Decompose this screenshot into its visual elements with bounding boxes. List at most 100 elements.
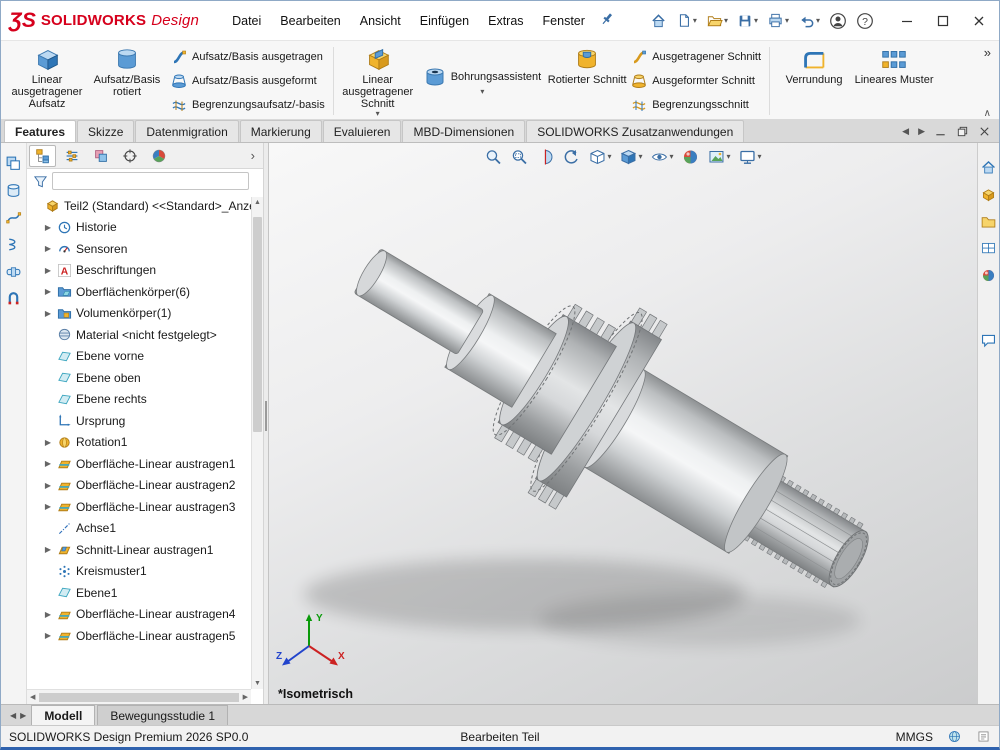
tree-item-oberflaeche-linear-austragen5[interactable]: ▶ Oberfläche-Linear austragen5 bbox=[41, 625, 251, 647]
tab-zusatzanwendungen[interactable]: SOLIDWORKS Zusatzanwendungen bbox=[526, 120, 744, 142]
tab-skizze[interactable]: Skizze bbox=[77, 120, 134, 142]
save-button[interactable]: ▾ bbox=[734, 10, 761, 32]
tree-item-oberflaechenkoerper[interactable]: ▶ Oberflächenkörper(6) bbox=[41, 281, 251, 303]
dropdown-caret-icon[interactable]: ▾ bbox=[376, 110, 380, 118]
menu-fenster[interactable]: Fenster bbox=[534, 9, 594, 33]
solid-body-icon[interactable] bbox=[5, 182, 22, 199]
menu-ansicht[interactable]: Ansicht bbox=[351, 9, 410, 33]
boundary-boss-button[interactable]: Begrenzungsaufsatz/-basis bbox=[171, 94, 325, 116]
tree-item-oberflaeche-linear-austragen4[interactable]: ▶ Oberfläche-Linear austragen4 bbox=[41, 604, 251, 626]
tree-item-ebene1[interactable]: Ebene1 bbox=[41, 582, 251, 604]
tag-icon[interactable] bbox=[976, 729, 991, 744]
expand-arrow-icon[interactable]: ▶ bbox=[43, 459, 53, 468]
tab-mbd-dimensionen[interactable]: MBD-Dimensionen bbox=[402, 120, 525, 142]
menu-bearbeiten[interactable]: Bearbeiten bbox=[271, 9, 349, 33]
tree-item-beschriftungen[interactable]: ▶ A Beschriftungen bbox=[41, 260, 251, 282]
appearances-icon[interactable] bbox=[980, 267, 997, 284]
tree-item-schnitt-linear-austragen1[interactable]: ▶ Schnitt-Linear austragen1 bbox=[41, 539, 251, 561]
featuremanager-tab[interactable] bbox=[29, 145, 56, 167]
splitter-grip[interactable] bbox=[265, 401, 267, 431]
hole-wizard-button[interactable]: Bohrungsassistent ▾ bbox=[418, 43, 548, 119]
tree-item-historie[interactable]: ▶ Historie bbox=[41, 217, 251, 239]
revolved-boss-button[interactable]: Aufsatz/Basis rotiert bbox=[87, 43, 167, 119]
expand-arrow-icon[interactable]: ▶ bbox=[43, 545, 53, 554]
menu-datei[interactable]: Datei bbox=[223, 9, 270, 33]
tab-scroll-left-icon[interactable]: ◀ bbox=[902, 126, 909, 137]
tree-vertical-scrollbar[interactable]: ▲ ▼ bbox=[251, 197, 263, 689]
expand-arrow-icon[interactable]: ▶ bbox=[43, 223, 53, 232]
tab-bewegungsstudie[interactable]: Bewegungsstudie 1 bbox=[97, 705, 228, 725]
tree-item-ursprung[interactable]: Ursprung bbox=[41, 410, 251, 432]
tree-item-ebene-vorne[interactable]: Ebene vorne bbox=[41, 346, 251, 368]
lofted-cut-button[interactable]: Ausgeformter Schnitt bbox=[631, 70, 761, 92]
tab-modell[interactable]: Modell bbox=[31, 705, 95, 725]
sketch-icon[interactable] bbox=[5, 209, 22, 226]
lofted-boss-button[interactable]: Aufsatz/Basis ausgeformt bbox=[171, 70, 325, 92]
home-tab-icon[interactable] bbox=[980, 159, 997, 176]
tree-root-item[interactable]: Teil2 (Standard) <<Standard>_Anze bbox=[29, 195, 251, 217]
scrollbar-thumb[interactable] bbox=[253, 217, 262, 432]
view-palette-icon[interactable] bbox=[980, 240, 997, 257]
expand-arrow-icon[interactable]: ▶ bbox=[43, 610, 53, 619]
open-button[interactable]: ▾ bbox=[703, 9, 731, 32]
expand-arrow-icon[interactable]: ▶ bbox=[43, 309, 53, 318]
previous-view-button[interactable] bbox=[562, 148, 580, 166]
extruded-cut-button[interactable]: Linear ausgetragener Schnitt ▾ bbox=[338, 43, 418, 119]
tab-features[interactable]: Features bbox=[4, 120, 76, 142]
display-style-button[interactable]: ▾ bbox=[619, 148, 642, 166]
swept-cut-button[interactable]: Ausgetragener Schnitt bbox=[631, 46, 761, 68]
home-button[interactable] bbox=[647, 9, 670, 32]
scroll-right-icon[interactable]: ▶ bbox=[243, 693, 248, 701]
tree-item-sensoren[interactable]: ▶ Sensoren bbox=[41, 238, 251, 260]
pin-menu-icon[interactable] bbox=[596, 8, 618, 33]
undo-button[interactable]: ▾ bbox=[795, 9, 823, 32]
boundary-cut-button[interactable]: Begrenzungsschnitt bbox=[631, 94, 761, 116]
minimize-button[interactable] bbox=[889, 4, 925, 38]
extruded-boss-button[interactable]: Linear ausgetragener Aufsatz bbox=[7, 43, 87, 119]
revolved-cut-button[interactable]: Rotierter Schnitt bbox=[547, 43, 627, 119]
mate-icon[interactable] bbox=[5, 290, 22, 307]
tree-horizontal-scrollbar[interactable]: ◀ ▶ bbox=[27, 689, 251, 704]
doc-tab-scroll-left-icon[interactable]: ◀ bbox=[10, 711, 16, 720]
helix-icon[interactable] bbox=[5, 236, 22, 253]
design-library-icon[interactable] bbox=[980, 186, 997, 203]
tree-item-ebene-oben[interactable]: Ebene oben bbox=[41, 367, 251, 389]
fillet-button[interactable]: Verrundung bbox=[774, 43, 854, 119]
expand-arrow-icon[interactable]: ▶ bbox=[43, 244, 53, 253]
expand-arrow-icon[interactable]: ▶ bbox=[43, 631, 53, 640]
comments-icon[interactable] bbox=[980, 332, 997, 349]
doc-close-icon[interactable] bbox=[978, 125, 991, 138]
tree-item-achse1[interactable]: Achse1 bbox=[41, 518, 251, 540]
displaymanager-tab[interactable] bbox=[145, 145, 172, 167]
doc-minimize-icon[interactable] bbox=[934, 125, 947, 138]
doc-tab-scroll-right-icon[interactable]: ▶ bbox=[20, 711, 26, 720]
expand-arrow-icon[interactable]: ▶ bbox=[43, 481, 53, 490]
view-settings-button[interactable]: ▾ bbox=[739, 148, 762, 166]
section-view-button[interactable] bbox=[536, 148, 554, 166]
close-button[interactable] bbox=[961, 4, 997, 38]
tab-datenmigration[interactable]: Datenmigration bbox=[135, 120, 238, 142]
user-account-button[interactable] bbox=[826, 9, 850, 33]
zoom-fit-button[interactable] bbox=[484, 148, 502, 166]
linear-pattern-button[interactable]: Lineares Muster bbox=[854, 43, 934, 119]
print-button[interactable]: ▾ bbox=[764, 9, 792, 32]
model-canvas[interactable] bbox=[269, 143, 977, 704]
swept-boss-button[interactable]: Aufsatz/Basis ausgetragen bbox=[171, 46, 325, 68]
file-explorer-icon[interactable] bbox=[980, 213, 997, 230]
tree-filter-input[interactable] bbox=[52, 172, 249, 190]
graphics-viewport[interactable]: ▾ ▾ ▾ ▾ ▾ Y X Z *Isometrisch bbox=[269, 143, 977, 704]
scroll-up-icon[interactable]: ▲ bbox=[254, 199, 261, 206]
zoom-area-button[interactable] bbox=[510, 148, 528, 166]
maximize-button[interactable] bbox=[925, 4, 961, 38]
tab-markierung[interactable]: Markierung bbox=[240, 120, 322, 142]
dimxpertmanager-tab[interactable] bbox=[116, 145, 143, 167]
scrollbar-thumb[interactable] bbox=[39, 693, 238, 702]
tree-item-kreismuster1[interactable]: Kreismuster1 bbox=[41, 561, 251, 583]
tree-item-oberflaeche-linear-austragen1[interactable]: ▶ Oberfläche-Linear austragen1 bbox=[41, 453, 251, 475]
ribbon-collapse-button[interactable]: ∧ bbox=[984, 108, 991, 119]
tab-scroll-right-icon[interactable]: ▶ bbox=[918, 126, 925, 137]
dropdown-caret-icon[interactable]: ▾ bbox=[480, 88, 484, 96]
menu-extras[interactable]: Extras bbox=[479, 9, 532, 33]
ribbon-overflow-button[interactable]: » bbox=[984, 45, 991, 60]
manager-tab-overflow-icon[interactable]: › bbox=[245, 148, 261, 163]
